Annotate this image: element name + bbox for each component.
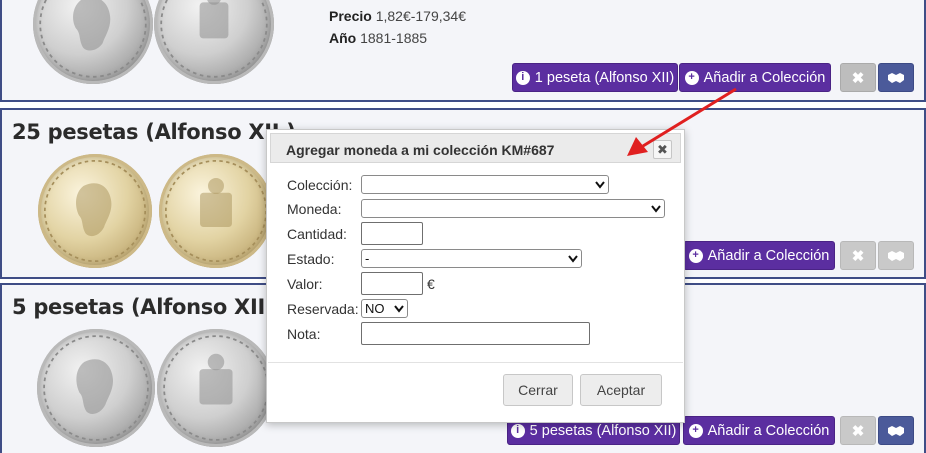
trade-button[interactable] (878, 416, 914, 445)
trade-button[interactable] (878, 63, 914, 92)
times-icon: ✖ (851, 422, 865, 440)
coleccion-label: Colección: (287, 177, 353, 193)
coin-obverse-image[interactable] (38, 154, 152, 268)
chevron-down-icon (595, 181, 605, 189)
coin-info-label: 5 pesetas (Alfonso XII) (529, 422, 677, 439)
handshake-icon (888, 72, 904, 83)
plus-circle-icon: + (684, 70, 699, 85)
handshake-icon (888, 250, 904, 261)
remove-button[interactable]: ✖ (840, 63, 876, 92)
remove-button[interactable]: ✖ (840, 241, 876, 270)
info-circle-icon: i (515, 70, 530, 85)
chevron-down-icon (568, 255, 578, 263)
reservada-label: Reservada: (287, 301, 359, 317)
plus-circle-icon: + (688, 248, 703, 263)
remove-button[interactable]: ✖ (840, 416, 876, 445)
dialog-title: Agregar moneda a mi colección KM#687 (286, 142, 555, 158)
year-value: 1881-1885 (360, 30, 428, 46)
estado-label: Estado: (287, 251, 335, 267)
coleccion-select[interactable] (361, 175, 609, 194)
add-to-collection-button[interactable]: + Añadir a Colección (683, 416, 835, 445)
aceptar-button[interactable]: Aceptar (580, 374, 662, 406)
add-to-collection-button[interactable]: + Añadir a Colección (683, 241, 835, 270)
price-line: Precio 1,82€-179,34€ (329, 8, 466, 24)
valor-input[interactable] (361, 272, 423, 295)
estado-select[interactable]: - (361, 249, 582, 268)
dialog-header[interactable]: Agregar moneda a mi colección KM#687 ✖ (270, 133, 681, 163)
coin-obverse-image[interactable] (33, 0, 153, 84)
price-value: 1,82€-179,34€ (375, 8, 467, 24)
nota-label: Nota: (287, 326, 321, 342)
coin-info-button[interactable]: i 1 peseta (Alfonso XII) (512, 63, 678, 92)
trade-button[interactable] (878, 241, 914, 270)
close-icon: ✖ (657, 141, 668, 157)
chevron-down-icon (394, 305, 404, 313)
coin-obverse-image[interactable] (37, 329, 155, 447)
cerrar-button[interactable]: Cerrar (503, 374, 573, 406)
coin-reverse-image[interactable] (159, 154, 273, 268)
coin-card-1-peseta: Precio 1,82€-179,34€ Año 1881-1885 i 1 p… (0, 0, 926, 102)
chevron-down-icon (651, 205, 661, 213)
info-circle-icon: i (510, 423, 525, 438)
coin-title[interactable]: 25 pesetas (Alfonso XII ) (12, 120, 296, 144)
coin-reverse-image[interactable] (157, 329, 275, 447)
moneda-select[interactable] (361, 199, 665, 218)
reservada-selected-value: NO (365, 301, 385, 316)
dialog-footer-divider (268, 362, 683, 363)
close-dialog-button[interactable]: ✖ (653, 140, 672, 159)
cantidad-label: Cantidad: (287, 226, 347, 242)
nota-input[interactable] (361, 322, 590, 345)
add-to-collection-button[interactable]: + Añadir a Colección (679, 63, 831, 92)
coin-reverse-image[interactable] (154, 0, 274, 84)
handshake-icon (888, 425, 904, 436)
add-to-collection-label: Añadir a Colección (703, 69, 826, 86)
plus-circle-icon: + (688, 423, 703, 438)
year-line: Año 1881-1885 (329, 30, 427, 46)
price-label: Precio (329, 8, 372, 24)
moneda-label: Moneda: (287, 201, 342, 217)
year-label: Año (329, 30, 357, 46)
cantidad-input[interactable] (361, 222, 423, 245)
valor-label: Valor: (287, 276, 323, 292)
coin-title[interactable]: 5 pesetas (Alfonso XII) (12, 295, 275, 319)
add-coin-dialog: Agregar moneda a mi colección KM#687 ✖ C… (266, 129, 685, 423)
currency-unit: € (427, 276, 435, 292)
add-to-collection-label: Añadir a Colección (707, 422, 830, 439)
reservada-select[interactable]: NO (361, 299, 408, 318)
estado-selected-value: - (365, 251, 370, 266)
times-icon: ✖ (851, 69, 865, 87)
coin-info-label: 1 peseta (Alfonso XII) (534, 69, 675, 86)
add-to-collection-label: Añadir a Colección (707, 247, 830, 264)
times-icon: ✖ (851, 247, 865, 265)
